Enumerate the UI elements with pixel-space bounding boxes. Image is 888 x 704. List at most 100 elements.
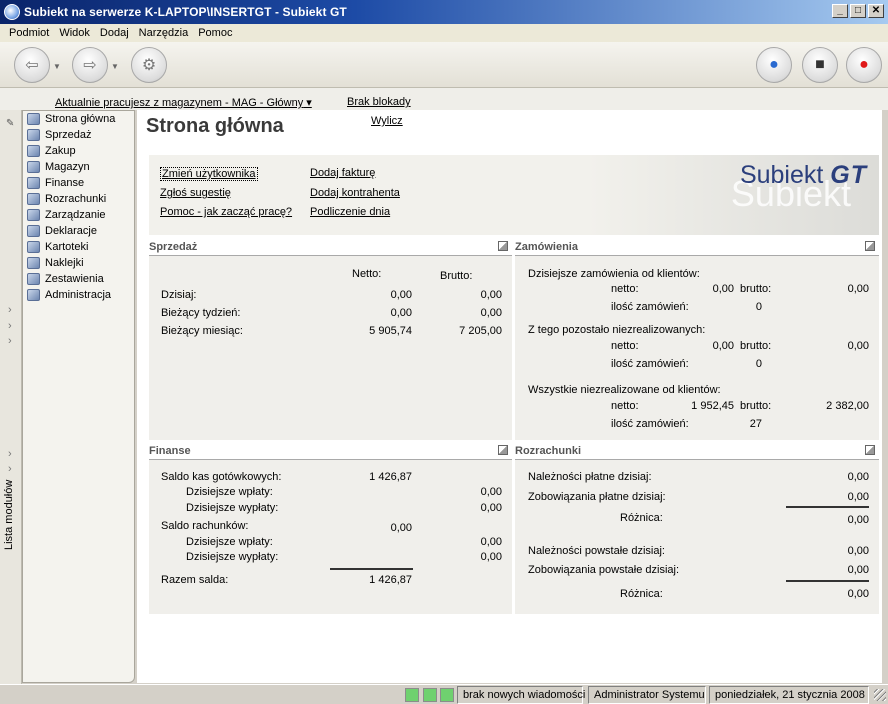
- sidebar-item-administracja[interactable]: Administracja: [27, 287, 111, 303]
- orders-panel-title: Zamówienia: [515, 241, 578, 253]
- add-contractor-link[interactable]: Dodaj kontrahenta: [310, 187, 400, 199]
- sales-row-label: Bieżący tydzień:: [161, 307, 241, 319]
- minimize-button[interactable]: _: [832, 4, 848, 18]
- settlement-row-label: Zobowiązania płatne dzisiaj:: [528, 491, 666, 503]
- records-icon: [27, 241, 40, 253]
- module-list-tab[interactable]: ✎ › › › Lista modułów › › ›: [0, 110, 22, 685]
- management-icon: [27, 209, 40, 221]
- sidebar-item-kartoteki[interactable]: Kartoteki: [27, 239, 88, 255]
- resize-grip-icon[interactable]: [874, 689, 886, 701]
- bank-balance-label: Saldo rachunków:: [161, 520, 249, 532]
- admin-icon: [27, 289, 40, 301]
- sum-divider: [330, 568, 413, 570]
- orders-group-title: Z tego pozostało niezrealizowanych:: [528, 324, 706, 336]
- sidebar-item-zestawienia[interactable]: Zestawienia: [27, 271, 104, 287]
- orders-count-value: 0: [755, 301, 762, 313]
- sales-panel: Sprzedaż Netto: Brutto: Dzisiaj: 0,00 0,…: [149, 238, 512, 440]
- window-title: Subiekt na serwerze K-LAPTOP\INSERTGT - …: [24, 5, 347, 19]
- back-dropdown-icon[interactable]: ▼: [53, 62, 61, 71]
- stop-icon: ●: [859, 56, 869, 73]
- app-icon: [4, 4, 20, 20]
- module-list: Strona główna Sprzedaż Zakup Magazyn Fin…: [22, 110, 135, 683]
- cash-balance-label: Saldo kas gotówkowych:: [161, 471, 282, 483]
- page-title: Strona główna: [146, 115, 284, 137]
- date-status: poniedziałek, 21 stycznia 2008: [709, 686, 869, 704]
- sidebar-item-strona-glowna[interactable]: Strona główna: [27, 111, 115, 127]
- sales-row-label: Dzisiaj:: [161, 289, 197, 301]
- menu-narzedzia[interactable]: Narzędzia: [134, 27, 194, 39]
- forward-button[interactable]: ⇨: [72, 47, 108, 83]
- blockade-link[interactable]: Brak blokady: [347, 96, 411, 108]
- add-invoice-link[interactable]: Dodaj fakturę: [310, 167, 375, 179]
- sidebar-item-label: Zestawienia: [45, 273, 104, 285]
- settlements-panel-header: Rozrachunki: [515, 442, 879, 460]
- total-balance-label: Razem salda:: [161, 574, 229, 586]
- sidebar-item-deklaracje[interactable]: Deklaracje: [27, 223, 97, 239]
- menu-podmiot[interactable]: Podmiot: [4, 27, 54, 39]
- sidebar-item-label: Finanse: [45, 177, 85, 189]
- collapse-icon[interactable]: [498, 445, 508, 455]
- menu-dodaj[interactable]: Dodaj: [95, 27, 134, 39]
- calculate-link[interactable]: Wylicz: [371, 115, 403, 127]
- sales-panel-title: Sprzedaż: [149, 241, 198, 253]
- status-led-icon: [440, 688, 454, 702]
- finance-panel-header: Finanse: [149, 442, 512, 460]
- help-link[interactable]: Pomoc - jak zacząć pracę?: [160, 206, 292, 218]
- pin-icon[interactable]: ✎: [6, 118, 14, 129]
- sidebar-item-sprzedaz[interactable]: Sprzedaż: [27, 127, 91, 143]
- menu-pomoc[interactable]: Pomoc: [193, 27, 237, 39]
- orders-netto-value: 0,00: [712, 283, 734, 295]
- finance-panel-title: Finanse: [149, 445, 191, 457]
- collapse-icon[interactable]: [498, 241, 508, 251]
- forward-dropdown-icon[interactable]: ▼: [111, 62, 119, 71]
- sidebar-item-zarzadzanie[interactable]: Zarządzanie: [27, 207, 106, 223]
- orders-brutto-value: 2 382,00: [826, 400, 869, 412]
- sales-row-brutto: 0,00: [480, 289, 502, 301]
- settlement-row-value: 0,00: [847, 564, 869, 576]
- stop-button[interactable]: ●: [846, 47, 882, 83]
- bank-out-label: Dzisiejsze wypłaty:: [186, 551, 279, 563]
- sidebar-item-zakup[interactable]: Zakup: [27, 143, 76, 159]
- messages-status[interactable]: brak nowych wiadomości: [457, 686, 585, 704]
- collapse-icon[interactable]: [865, 241, 875, 251]
- close-button[interactable]: ✕: [868, 4, 884, 18]
- orders-brutto-value: 0,00: [847, 283, 869, 295]
- user-status[interactable]: Administrator Systemu: [588, 686, 706, 704]
- sidebar-item-magazyn[interactable]: Magazyn: [27, 159, 90, 175]
- purchase-icon: [27, 145, 40, 157]
- sidebar-item-label: Administracja: [45, 289, 112, 301]
- sidebar-item-rozrachunki[interactable]: Rozrachunki: [27, 191, 106, 207]
- menu-widok[interactable]: Widok: [54, 27, 95, 39]
- orders-netto-value: 1 952,45: [691, 400, 734, 412]
- declarations-icon: [27, 225, 40, 237]
- cash-out-label: Dzisiejsze wypłaty:: [186, 502, 279, 514]
- forward-arrow-icon: ⇨: [83, 57, 97, 74]
- suggestion-link[interactable]: Zgłoś sugestię: [160, 187, 231, 199]
- info-strip: Aktualnie pracujesz z magazynem - MAG - …: [0, 88, 888, 110]
- change-user-link[interactable]: Zmień użytkownika: [160, 167, 258, 181]
- bank-balance-value: 0,00: [390, 522, 412, 534]
- module-button[interactable]: ■: [802, 47, 838, 83]
- sidebar-item-naklejki[interactable]: Naklejki: [27, 255, 84, 271]
- day-summary-link[interactable]: Podliczenie dnia: [310, 206, 390, 218]
- orders-count-value: 0: [755, 358, 762, 370]
- maximize-button[interactable]: □: [850, 4, 866, 18]
- settlement-row-value: 0,00: [847, 471, 869, 483]
- orders-count-label: ilość zamówień:: [611, 418, 689, 430]
- warehouse-selector[interactable]: Aktualnie pracujesz z magazynem - MAG - …: [55, 96, 312, 109]
- orders-netto-label: netto:: [611, 400, 639, 412]
- main-content: Strona główna Wylicz Subiekt Zmień użytk…: [137, 110, 882, 683]
- stamp-icon: ⚙: [141, 57, 157, 74]
- settlement-row-label: Należności powstałe dzisiaj:: [528, 545, 665, 557]
- settlement-row-label: Zobowiązania powstałe dzisiaj:: [528, 564, 680, 576]
- status-bar: brak nowych wiadomości Administrator Sys…: [0, 684, 888, 704]
- collapse-icon[interactable]: [865, 445, 875, 455]
- tools-button[interactable]: ⚙: [131, 47, 167, 83]
- back-button[interactable]: ⇦: [14, 47, 50, 83]
- sidebar-item-label: Sprzedaż: [45, 129, 92, 141]
- orders-count-label: ilość zamówień:: [611, 301, 689, 313]
- sidebar-item-finanse[interactable]: Finanse: [27, 175, 84, 191]
- web-button[interactable]: ●: [756, 47, 792, 83]
- box-icon: ■: [815, 56, 825, 73]
- bank-out-value: 0,00: [480, 551, 502, 563]
